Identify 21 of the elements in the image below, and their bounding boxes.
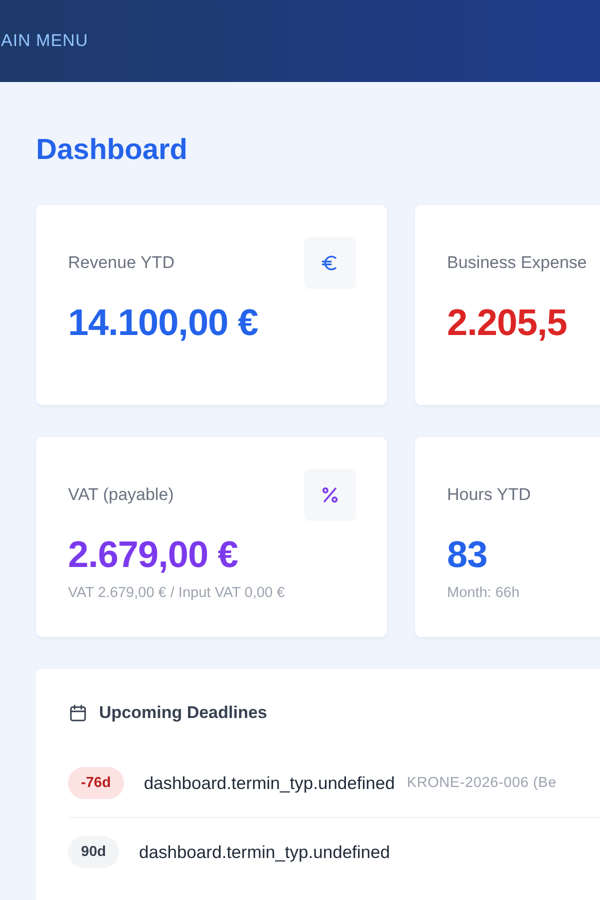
euro-icon — [304, 237, 356, 289]
stat-value: 14.100,00 € — [68, 301, 259, 345]
deadline-title: dashboard.termin_typ.undefined — [144, 772, 395, 794]
stat-value: 83 — [447, 533, 488, 577]
stat-label: VAT (payable) — [68, 485, 174, 505]
calendar-icon — [68, 703, 88, 723]
stat-value: 2.205,5 — [447, 301, 568, 345]
stat-note: VAT 2.679,00 € / Input VAT 0,00 € — [68, 585, 286, 601]
percent-icon — [304, 469, 356, 521]
days-badge: 90d — [68, 836, 119, 868]
stat-label: Revenue YTD — [68, 253, 174, 273]
main-menu-label: AIN MENU — [1, 31, 88, 51]
stat-value: 2.679,00 € — [68, 533, 239, 577]
days-badge: -76d — [68, 767, 124, 799]
deadline-reference: KRONE-2026-006 (Be — [406, 775, 557, 791]
stat-label: Business Expense — [447, 253, 587, 273]
deadlines-title: Upcoming Deadlines — [99, 703, 268, 723]
stat-label: Hours YTD — [447, 485, 531, 505]
stat-note: Month: 66h — [447, 585, 521, 601]
deadline-title: dashboard.termin_typ.undefined — [139, 842, 390, 862]
page-title: Dashboard — [36, 133, 188, 168]
